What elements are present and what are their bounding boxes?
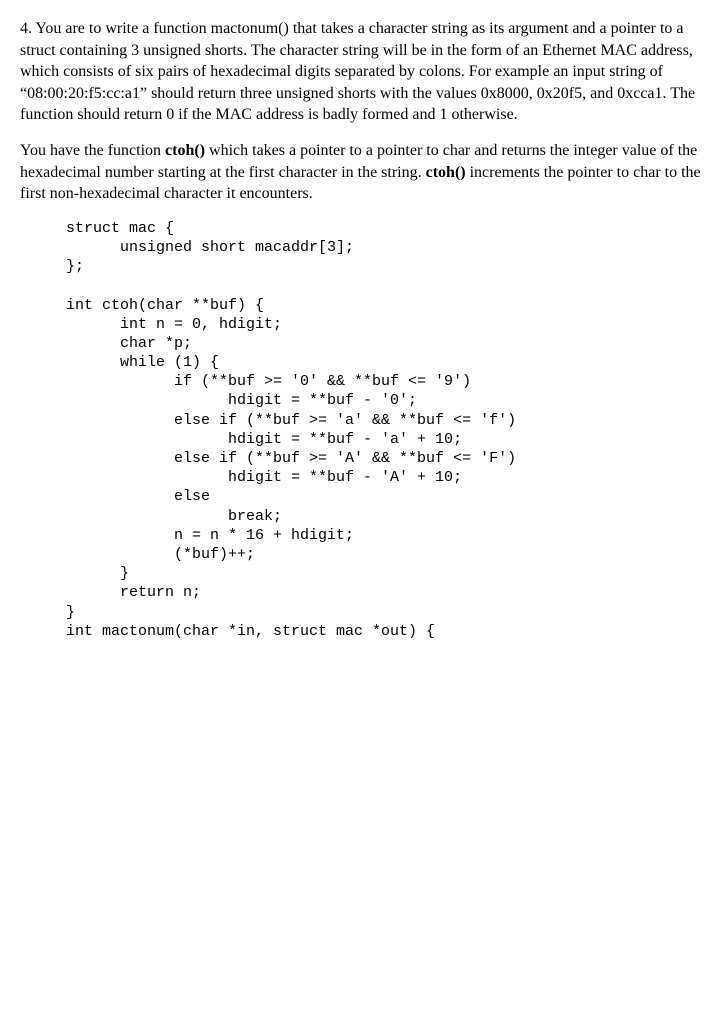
para1-text: You are to write a function mactonum() t… [20, 20, 695, 123]
question-paragraph-1: 4. You are to write a function mactonum(… [20, 18, 702, 126]
question-block: 4. You are to write a function mactonum(… [20, 18, 702, 205]
question-number: 4. [20, 20, 32, 37]
para2-bold1: ctoh() [165, 142, 205, 159]
para2-pre1: You have the function [20, 142, 165, 159]
question-paragraph-2: You have the function ctoh() which takes… [20, 140, 702, 205]
para2-bold2: ctoh() [426, 164, 466, 181]
code-listing: struct mac { unsigned short macaddr[3]; … [20, 219, 702, 641]
